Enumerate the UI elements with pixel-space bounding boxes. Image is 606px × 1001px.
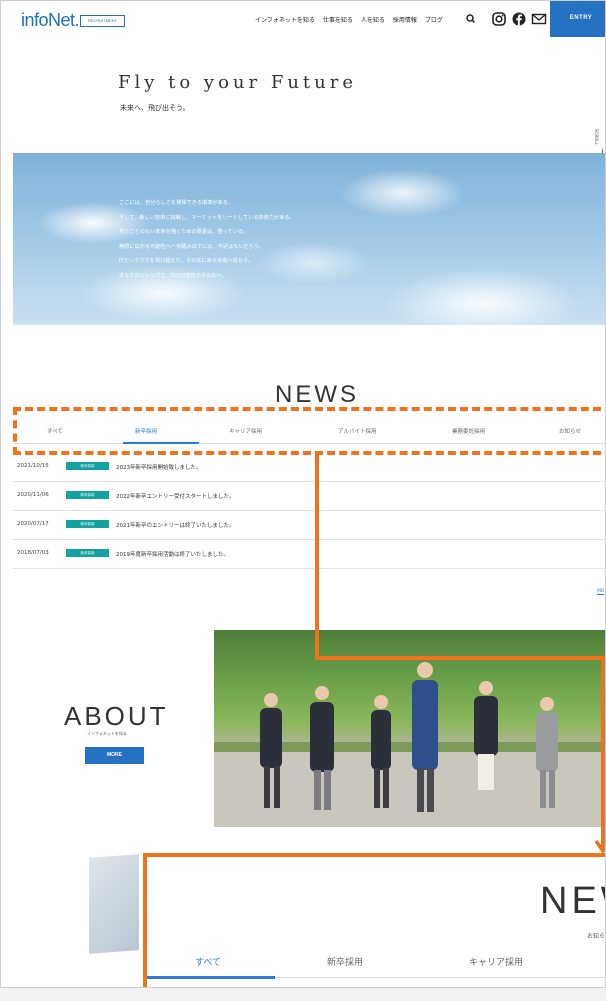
- connector-line: [601, 656, 605, 851]
- zoom-tab-all[interactable]: すべて: [195, 955, 221, 968]
- decor-image: [89, 854, 139, 954]
- news-tag: 新卒採用: [66, 520, 109, 528]
- recruitment-badge: RECRUITMENT: [80, 15, 125, 27]
- zoom-callout: NEW お知ら すべて 新卒採用 キャリア採用: [143, 853, 606, 987]
- about-section-title: ABOUT: [64, 701, 169, 731]
- scroll-indicator[interactable]: SCROLL: [594, 129, 599, 145]
- news-list: 2021/10/15 新卒採用 2023年新卒採用開始致しました。 2020/1…: [13, 453, 605, 569]
- connector-line: [315, 452, 319, 660]
- nav-item-work[interactable]: 仕事を知る: [323, 15, 353, 24]
- news-date: 2021/10/15: [17, 463, 49, 469]
- hero-line: 見たことのない未来を描くための要素は、整っている。: [119, 229, 249, 236]
- news-more-link[interactable]: MO: [597, 589, 605, 595]
- nav-item-people[interactable]: 人を知る: [361, 15, 385, 24]
- news-text[interactable]: 2022年新卒エントリー受付スタートしました。: [116, 492, 235, 500]
- news-text[interactable]: 2021年新卒のエントリーは終了いたしました。: [116, 521, 235, 529]
- zoom-news-subtitle: お知ら: [587, 933, 606, 940]
- zoom-tab-new-graduate[interactable]: 新卒採用: [327, 955, 363, 968]
- entry-button[interactable]: ENTRY: [550, 1, 605, 37]
- about-more-button[interactable]: MORE: [85, 747, 144, 764]
- news-date: 2018/07/03: [17, 550, 49, 556]
- about-subtitle: インフォネットを知る: [87, 731, 127, 736]
- zoom-tab-career[interactable]: キャリア採用: [469, 955, 523, 968]
- nav-item-company[interactable]: インフォネットを知る: [255, 15, 315, 24]
- news-section-title: NEWS: [275, 381, 359, 408]
- hero-line: 無限に広がる可能性へ一歩踏み出すには、不足はないだろう。: [119, 243, 264, 250]
- news-row[interactable]: 2020/07/17 新卒採用 2021年新卒のエントリーは終了いたしました。: [13, 511, 605, 540]
- zoom-news-title: NEW: [540, 880, 605, 922]
- hero-line: そして、新しい技術に挑戦し、マーケットをリードしている技術力がある。: [119, 214, 295, 221]
- hero-subtitle: 未来へ、飛び出そう。: [120, 104, 190, 112]
- main-nav: インフォネットを知る 仕事を知る 人を知る 採用情報 ブログ: [255, 15, 443, 24]
- hero-title: Fly to your Future: [118, 72, 358, 93]
- news-tag: 新卒採用: [66, 462, 109, 470]
- news-text[interactable]: 2019年度新卒採用活動は終了いたしました。: [116, 550, 229, 558]
- highlight-dashed-frame: [13, 407, 605, 455]
- site-logo[interactable]: infoNet.: [21, 10, 80, 31]
- zoom-active-underline: [147, 976, 275, 979]
- site-header: infoNet. RECRUITMENT インフォネットを知る 仕事を知る 人を…: [1, 1, 605, 41]
- news-date: 2020/11/06: [17, 492, 49, 498]
- nav-item-blog[interactable]: ブログ: [425, 15, 443, 24]
- news-row[interactable]: 2021/10/15 新卒採用 2023年新卒採用開始致しました。: [13, 453, 605, 482]
- mail-icon[interactable]: [531, 11, 547, 27]
- search-icon[interactable]: [463, 11, 479, 27]
- hero-line: ITというワクを飛び越えた、その先にある未来へ進もう。: [119, 258, 253, 265]
- page: infoNet. RECRUITMENT インフォネットを知る 仕事を知る 人を…: [0, 0, 606, 988]
- nav-item-recruit[interactable]: 採用情報: [393, 15, 417, 24]
- hero-line: ここには、自分らしさを発揮できる環境がある。: [119, 200, 234, 206]
- news-tag: 新卒採用: [66, 491, 109, 499]
- news-text[interactable]: 2023年新卒採用開始致しました。: [116, 463, 202, 471]
- hero-line: あなたのジャンプで、ITの可能性のその先へ。: [119, 272, 227, 279]
- facebook-icon[interactable]: [511, 11, 527, 27]
- news-row[interactable]: 2018/07/03 新卒採用 2019年度新卒採用活動は終了いたしました。: [13, 540, 605, 569]
- news-row[interactable]: 2020/11/06 新卒採用 2022年新卒エントリー受付スタートしました。: [13, 482, 605, 511]
- hero-message: ここには、自分らしさを発揮できる環境がある。 そして、新しい技術に挑戦し、マーケ…: [119, 196, 295, 284]
- hero-sky-image: [13, 153, 605, 325]
- news-date: 2020/07/17: [17, 521, 49, 527]
- instagram-icon[interactable]: [491, 11, 507, 27]
- news-tag: 新卒採用: [66, 549, 109, 557]
- connector-line: [315, 656, 605, 660]
